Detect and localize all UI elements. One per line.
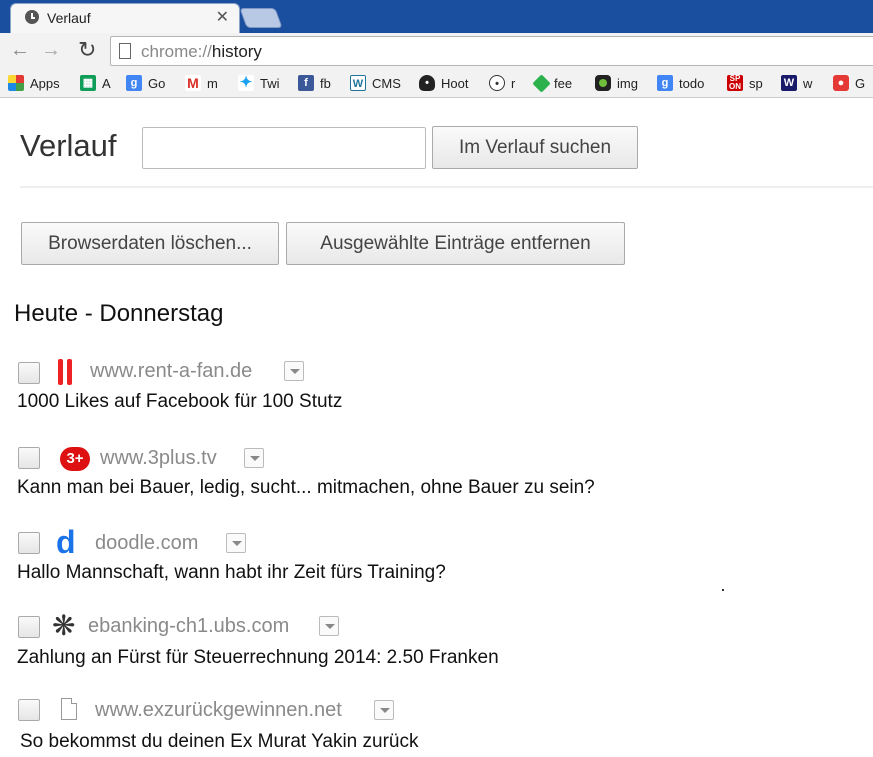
rent-a-fan-icon [54, 359, 78, 385]
bookmark-label: fee [554, 75, 573, 91]
entry-domain-link[interactable]: www.3plus.tv [100, 447, 217, 470]
tab-title: Verlauf [47, 10, 91, 26]
bookmark-w[interactable]: W w [781, 74, 812, 92]
bookmark-label: sp [749, 75, 763, 91]
bookmarks-bar: Apps ▦ A g Go M m ✦ Twi f fb W CMS • Hoo… [0, 68, 873, 98]
bookmark-hoot[interactable]: • Hoot [419, 74, 468, 92]
entry-menu-button[interactable] [374, 700, 394, 720]
reddit-icon: • [489, 75, 505, 91]
bookmark-label: G [855, 75, 866, 91]
tab-strip: Verlauf ✕ [0, 0, 873, 33]
entry-title[interactable]: Zahlung an Fürst für Steuerrechnung 2014… [17, 647, 499, 669]
stray-dot [722, 589, 724, 591]
reload-icon[interactable]: ↻ [78, 38, 96, 62]
search-history-button[interactable]: Im Verlauf suchen [432, 126, 638, 169]
clear-browsing-data-button[interactable]: Browserdaten löschen... [21, 222, 279, 265]
feedly-icon [532, 73, 551, 93]
apps-grid-icon [8, 75, 24, 91]
entry-title[interactable]: 1000 Likes auf Facebook für 100 Stutz [17, 391, 342, 413]
entry-domain-link[interactable]: www.rent-a-fan.de [90, 360, 252, 383]
tab-history[interactable]: Verlauf ✕ [10, 3, 240, 33]
facebook-icon: f [298, 75, 314, 91]
bookmark-label: Twi [260, 75, 280, 91]
clock-icon [25, 10, 39, 24]
history-search-input[interactable] [142, 127, 426, 169]
google-icon: g [657, 75, 673, 91]
bookmark-twi[interactable]: ✦ Twi [238, 74, 280, 92]
entry-menu-button[interactable] [284, 361, 304, 381]
bookmark-label: r [511, 75, 516, 91]
spiegel-online-icon: SP ON [727, 74, 743, 91]
entry-domain-link[interactable]: www.exzurückgewinnen.net [95, 699, 342, 722]
bookmark-g[interactable]: ● G [833, 74, 865, 92]
entry-checkbox[interactable] [18, 447, 40, 469]
bookmark-label: CMS [372, 75, 401, 91]
toolbar: ← → ↻ chrome://history [0, 33, 873, 68]
back-arrow-icon[interactable]: ← [10, 38, 30, 62]
bookmark-label: Hoot [441, 75, 469, 91]
gmail-icon: M [185, 75, 201, 91]
bookmark-apps[interactable]: Apps [8, 74, 60, 92]
google-red-icon: ● [833, 75, 849, 91]
wordpress-icon: W [350, 75, 366, 91]
entry-menu-button[interactable] [319, 616, 339, 636]
address-bar[interactable]: chrome://history [110, 36, 873, 66]
bookmark-a[interactable]: ▦ A [80, 74, 111, 92]
bookmark-label: A [102, 75, 111, 91]
entry-domain-link[interactable]: ebanking-ch1.ubs.com [88, 615, 289, 638]
bookmark-label: m [207, 75, 218, 91]
sheets-icon: ▦ [80, 75, 96, 91]
day-header: Heute - Donnerstag [14, 300, 224, 327]
entry-checkbox[interactable] [18, 616, 40, 638]
bookmark-todo[interactable]: g todo [657, 74, 704, 92]
bookmark-label: w [803, 75, 813, 91]
url-text: chrome://history [141, 42, 262, 61]
bookmark-label: img [617, 75, 638, 91]
entry-checkbox[interactable] [18, 362, 40, 384]
entry-domain-link[interactable]: doodle.com [95, 532, 198, 555]
bookmark-sp[interactable]: SP ON sp [727, 74, 763, 92]
remove-selected-button[interactable]: Ausgewählte Einträge entfernen [286, 222, 625, 265]
bookmark-go[interactable]: g Go [126, 74, 165, 92]
ubs-icon: ❋ [52, 610, 76, 641]
bookmark-m[interactable]: M m [185, 74, 218, 92]
entry-checkbox[interactable] [18, 532, 40, 554]
bookmark-fb[interactable]: f fb [298, 74, 331, 92]
entry-title[interactable]: So bekommst du deinen Ex Murat Yakin zur… [20, 731, 419, 753]
close-icon[interactable]: ✕ [216, 7, 229, 27]
doodle-icon: d [56, 524, 76, 560]
word-icon: W [781, 75, 797, 91]
3plus-icon: 3+ [60, 447, 90, 471]
bookmark-fee[interactable]: fee [532, 73, 573, 93]
entry-title[interactable]: Hallo Mannschaft, wann habt ihr Zeit für… [17, 562, 446, 584]
page-icon [119, 43, 131, 59]
twitter-icon: ✦ [238, 74, 254, 91]
img-icon [595, 75, 611, 91]
entry-menu-button[interactable] [226, 533, 246, 553]
bookmark-img[interactable]: img [595, 74, 638, 92]
bookmark-label: todo [679, 75, 705, 91]
google-icon: g [126, 75, 142, 91]
page-title: Verlauf [20, 128, 117, 163]
bookmark-label: fb [320, 75, 331, 91]
entry-title[interactable]: Kann man bei Bauer, ledig, sucht... mitm… [17, 477, 595, 499]
page-icon [58, 697, 82, 721]
forward-arrow-icon[interactable]: → [41, 38, 61, 62]
entry-menu-button[interactable] [244, 448, 264, 468]
bookmark-label: Go [148, 75, 166, 91]
entry-checkbox[interactable] [18, 699, 40, 721]
bookmark-cms[interactable]: W CMS [350, 74, 401, 92]
divider [20, 186, 873, 188]
hootsuite-icon: • [419, 75, 435, 91]
bookmark-label: Apps [30, 75, 60, 91]
new-tab-button[interactable] [239, 8, 283, 28]
bookmark-r[interactable]: • r [489, 74, 515, 92]
